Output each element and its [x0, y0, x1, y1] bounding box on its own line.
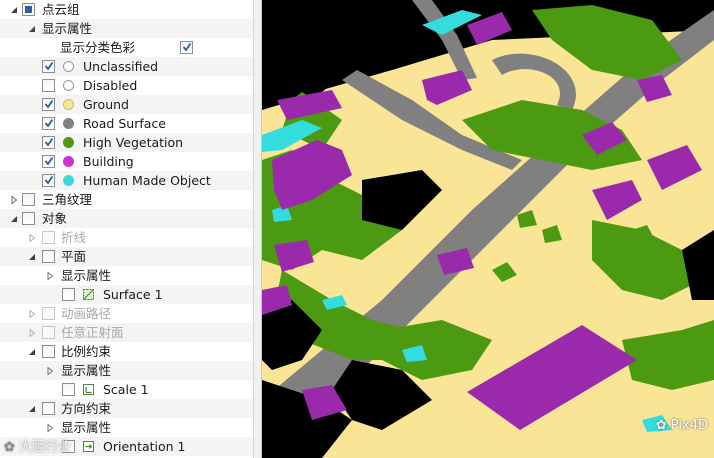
class-row[interactable]: Ground: [0, 95, 253, 114]
expand-arrow-icon[interactable]: [44, 361, 56, 380]
class-row[interactable]: Unclassified: [0, 57, 253, 76]
plane-label: 平面: [61, 249, 87, 264]
class-label: Disabled: [83, 78, 138, 93]
class-row[interactable]: Building: [0, 152, 253, 171]
class-color-swatch: [63, 99, 74, 110]
objects-checkbox[interactable]: [22, 212, 35, 225]
tree-row-scale-constraint[interactable]: 比例约束: [0, 342, 253, 361]
layer-tree-panel: 点云组 显示属性 显示分类色彩 Unclassified Disabled Gr…: [0, 0, 253, 458]
tree-row-surface[interactable]: Surface 1: [0, 285, 253, 304]
tree-row-scale[interactable]: Scale 1: [0, 380, 253, 399]
triangle-texture-checkbox[interactable]: [22, 193, 35, 206]
objects-label: 对象: [42, 211, 68, 226]
class-label: Ground: [83, 97, 129, 112]
watermark-right: ✿ Pix4D: [656, 418, 708, 433]
display-props-label: 显示属性: [42, 21, 93, 36]
class-checkbox[interactable]: [42, 60, 55, 73]
class-row[interactable]: Road Surface: [0, 114, 253, 133]
scale-display-label: 显示属性: [61, 363, 112, 378]
class-row[interactable]: Disabled: [0, 76, 253, 95]
ortho-plane-label: 任意正射面: [61, 325, 124, 340]
expand-arrow-icon[interactable]: [44, 418, 56, 437]
expand-arrow-icon[interactable]: [26, 323, 38, 342]
orientation-constraint-label: 方向约束: [61, 401, 112, 416]
watermark-weibo-icon: ✿: [4, 440, 20, 455]
class-checkbox[interactable]: [42, 174, 55, 187]
tree-row-polyline[interactable]: 折线: [0, 228, 253, 247]
watermark-right-text: Pix4D: [670, 418, 708, 433]
class-checkbox[interactable]: [42, 136, 55, 149]
class-color-swatch: [63, 80, 74, 91]
watermark-left: ✿ 大疆行业: [4, 436, 71, 455]
orientation-display-label: 显示属性: [61, 420, 112, 435]
tree-row-orientation-constraint[interactable]: 方向约束: [0, 399, 253, 418]
class-label: Human Made Object: [83, 173, 211, 188]
polyline-checkbox[interactable]: [42, 231, 55, 244]
tree-row-triangle-texture[interactable]: 三角纹理: [0, 190, 253, 209]
collapse-arrow-icon[interactable]: [8, 209, 20, 228]
tree-row-objects[interactable]: 对象: [0, 209, 253, 228]
expand-arrow-icon[interactable]: [26, 304, 38, 323]
expand-arrow-icon[interactable]: [44, 266, 56, 285]
scale-checkbox[interactable]: [62, 383, 75, 396]
class-checkbox[interactable]: [42, 98, 55, 111]
class-label: Building: [83, 154, 134, 169]
scale-label: Scale 1: [103, 382, 149, 397]
tree-row-scale-display[interactable]: 显示属性: [0, 361, 253, 380]
scale-ruler-icon: [82, 383, 95, 396]
point-cloud-3d-view[interactable]: ✿ Pix4D: [262, 0, 714, 458]
point-group-label: 点云组: [42, 2, 80, 17]
class-checkbox[interactable]: [42, 117, 55, 130]
class-color-swatch: [63, 175, 74, 186]
class-color-swatch: [63, 118, 74, 129]
tree-row-ortho-plane[interactable]: 任意正射面: [0, 323, 253, 342]
class-color-swatch: [63, 156, 74, 167]
class-color-swatch: [63, 137, 74, 148]
class-color-swatch: [63, 61, 74, 72]
watermark-left-text: 大疆行业: [19, 440, 72, 455]
expand-arrow-icon[interactable]: [26, 228, 38, 247]
class-label: Road Surface: [83, 116, 166, 131]
class-row[interactable]: Human Made Object: [0, 171, 253, 190]
show-class-colors-label: 显示分类色彩: [60, 40, 136, 55]
collapse-arrow-icon[interactable]: [8, 0, 20, 19]
orientation-constraint-checkbox[interactable]: [42, 402, 55, 415]
animation-path-checkbox[interactable]: [42, 307, 55, 320]
class-checkbox[interactable]: [42, 79, 55, 92]
class-row[interactable]: High Vegetation: [0, 133, 253, 152]
scale-constraint-label: 比例约束: [61, 344, 112, 359]
tree-row-point-group[interactable]: 点云组: [0, 0, 253, 19]
tree-row-animation-path[interactable]: 动画路径: [0, 304, 253, 323]
tree-row-plane[interactable]: 平面: [0, 247, 253, 266]
surface-label: Surface 1: [103, 287, 163, 302]
show-class-colors-checkbox[interactable]: [180, 41, 193, 54]
collapse-arrow-icon[interactable]: [26, 247, 38, 266]
tree-row-show-class-colors[interactable]: 显示分类色彩: [0, 38, 253, 57]
tree-row-plane-display[interactable]: 显示属性: [0, 266, 253, 285]
triangle-texture-label: 三角纹理: [42, 192, 93, 207]
classified-point-cloud-render: [262, 0, 714, 458]
watermark-wechat-icon: ✿: [655, 418, 671, 433]
tree-row-orientation-display[interactable]: 显示属性: [0, 418, 253, 437]
orientation-label: Orientation 1: [103, 439, 186, 454]
orientation-icon: [82, 440, 95, 453]
point-group-checkbox[interactable]: [22, 3, 35, 16]
scale-constraint-checkbox[interactable]: [42, 345, 55, 358]
surface-plane-icon: [82, 288, 95, 301]
collapse-arrow-icon[interactable]: [26, 19, 38, 38]
ortho-plane-checkbox[interactable]: [42, 326, 55, 339]
panel-splitter[interactable]: [253, 0, 262, 458]
class-label: High Vegetation: [83, 135, 184, 150]
collapse-arrow-icon[interactable]: [26, 399, 38, 418]
class-label: Unclassified: [83, 59, 159, 74]
tree-row-display-props[interactable]: 显示属性: [0, 19, 253, 38]
plane-display-label: 显示属性: [61, 268, 112, 283]
class-checkbox[interactable]: [42, 155, 55, 168]
animation-path-label: 动画路径: [61, 306, 112, 321]
plane-checkbox[interactable]: [42, 250, 55, 263]
expand-arrow-icon[interactable]: [8, 190, 20, 209]
collapse-arrow-icon[interactable]: [26, 342, 38, 361]
surface-checkbox[interactable]: [62, 288, 75, 301]
polyline-label: 折线: [61, 230, 87, 245]
